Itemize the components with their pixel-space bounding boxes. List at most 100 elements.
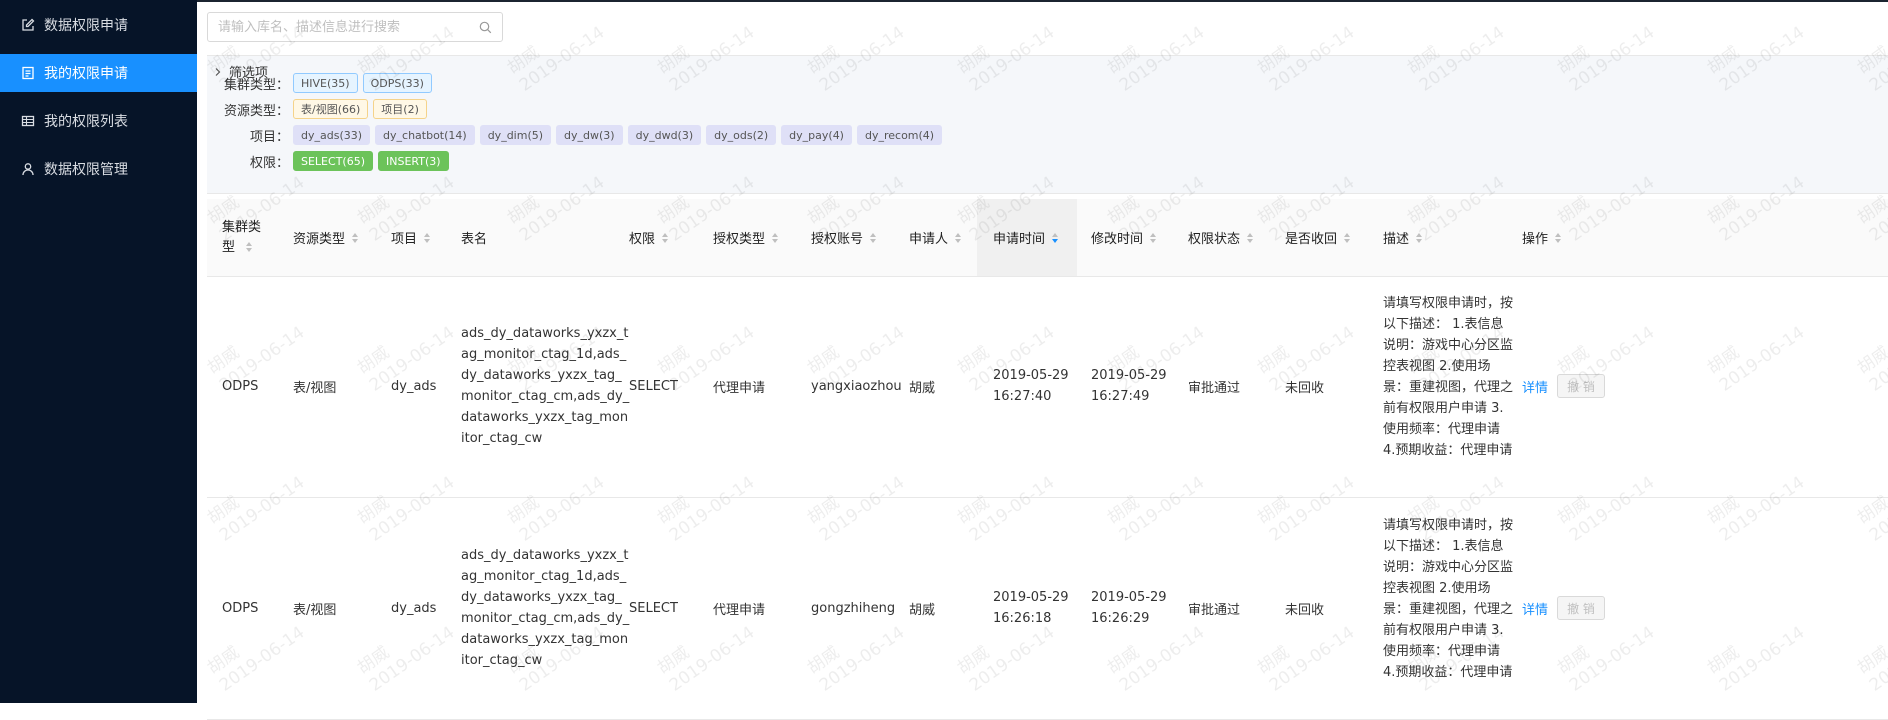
filter-row-project: 项目： dy_ads(33) dy_chatbot(14) dy_dim(5) … — [207, 125, 947, 145]
column-header-table-name: 表名 — [461, 199, 487, 276]
sort-icon — [1344, 232, 1351, 244]
column-label: 项目 — [391, 232, 418, 247]
cell-apply-time: 2019-05-29 16:26:18 — [993, 587, 1069, 629]
column-label: 权限 — [629, 232, 656, 247]
cell-apply-time: 2019-05-29 16:27:40 — [993, 365, 1069, 407]
detail-link[interactable]: 详情 — [1522, 276, 1548, 497]
column-header-apply-time[interactable]: 申请时间 — [977, 199, 1077, 276]
tag-project[interactable]: dy_dw(3) — [556, 125, 623, 145]
column-header-description[interactable]: 描述 — [1383, 199, 1423, 276]
tag-project[interactable]: dy_chatbot(14) — [375, 125, 475, 145]
cell-description: 请填写权限申请时，按以下描述： 1.表信息说明：游戏中心分区监控表视图 2.使用… — [1383, 296, 1514, 458]
filter-label-resource: 资源类型： — [223, 103, 289, 119]
sort-icon — [870, 232, 877, 244]
column-header-revoked[interactable]: 是否收回 — [1285, 199, 1351, 276]
column-header-modify-time[interactable]: 修改时间 — [1091, 199, 1157, 276]
sidebar-item-label: 我的权限申请 — [44, 66, 128, 82]
column-header-cluster[interactable]: 集群类型 — [222, 199, 282, 276]
cell-applicant: 胡威 — [909, 603, 936, 618]
column-header-status[interactable]: 权限状态 — [1188, 199, 1254, 276]
document-icon — [22, 66, 34, 80]
sort-icon — [1416, 232, 1423, 244]
cell-revoked: 未回收 — [1285, 603, 1325, 618]
filter-label-project: 项目： — [249, 129, 289, 145]
tag-project[interactable]: dy_dwd(3) — [627, 125, 702, 145]
tag-project[interactable]: dy_pay(4) — [781, 125, 852, 145]
sort-icon — [1052, 232, 1059, 244]
filter-row-permission: 权限： SELECT(65) INSERT(3) — [207, 151, 454, 171]
cell-auth-type: 代理申请 — [713, 603, 766, 618]
user-icon — [22, 163, 34, 176]
search-input[interactable] — [208, 13, 478, 41]
cell-table-name: ads_dy_dataworks_yxzx_tag_monitor_ctag_1… — [461, 326, 630, 446]
sidebar-item-my-permissions[interactable]: 我的权限列表 — [0, 102, 197, 140]
detail-link[interactable]: 详情 — [1522, 498, 1548, 719]
cell-status: 审批通过 — [1188, 603, 1241, 618]
cell-account: gongzhiheng — [811, 601, 896, 616]
apply-date: 2019-05-29 — [993, 590, 1069, 605]
column-header-auth-type[interactable]: 授权类型 — [713, 199, 779, 276]
column-header-action[interactable]: 操作 — [1522, 199, 1562, 276]
table-row: ODPS 表/视图 dy_ads ads_dy_dataworks_yxzx_t… — [207, 498, 1888, 720]
modify-date: 2019-05-29 — [1091, 590, 1167, 605]
sort-icon — [772, 232, 779, 244]
top-divider — [197, 0, 1888, 2]
cell-table-name: ads_dy_dataworks_yxzx_tag_monitor_ctag_1… — [461, 548, 630, 668]
apply-clock: 16:27:40 — [993, 389, 1052, 404]
cell-applicant: 胡威 — [909, 381, 936, 396]
column-header-account[interactable]: 授权账号 — [811, 199, 877, 276]
sidebar: 数据权限申请 我的权限申请 我的权限列表 数据权限管理 — [0, 0, 197, 703]
column-header-applicant[interactable]: 申请人 — [909, 199, 962, 276]
apply-clock: 16:26:18 — [993, 611, 1052, 626]
cell-modify-time: 2019-05-29 16:26:29 — [1091, 587, 1167, 629]
tag-project[interactable]: dy_dim(5) — [479, 125, 552, 145]
sort-icon — [1247, 232, 1254, 244]
tag-project[interactable]: dy_ads(33) — [293, 125, 371, 145]
modify-date: 2019-05-29 — [1091, 368, 1167, 383]
search-box — [207, 12, 503, 42]
cell-project: dy_ads — [391, 379, 437, 394]
tag-resource-table-view[interactable]: 表/视图(66) — [293, 99, 369, 119]
tag-perm-select[interactable]: SELECT(65) — [293, 151, 373, 171]
filter-label-permission: 权限： — [249, 155, 289, 171]
tag-project[interactable]: dy_recom(4) — [856, 125, 943, 145]
detail-link-text[interactable]: 详情 — [1522, 599, 1548, 618]
edit-icon — [22, 18, 35, 31]
sort-icon — [352, 232, 359, 244]
cell-revoked: 未回收 — [1285, 381, 1325, 396]
cell-permission: SELECT — [629, 601, 678, 616]
column-label: 操作 — [1522, 232, 1549, 247]
cell-cluster: ODPS — [222, 601, 259, 616]
revoke-button[interactable]: 撤 销 — [1557, 374, 1605, 398]
cell-permission: SELECT — [629, 379, 678, 394]
tag-perm-insert[interactable]: INSERT(3) — [378, 151, 449, 171]
filter-panel: 筛选项 集群类型： HIVE(35) ODPS(33) 资源类型： 表/视图(6… — [207, 55, 1888, 194]
sidebar-item-data-permission-apply[interactable]: 数据权限申请 — [0, 6, 197, 44]
detail-link-text[interactable]: 详情 — [1522, 377, 1548, 396]
sidebar-item-label: 数据权限管理 — [44, 162, 128, 178]
sort-icon — [246, 241, 253, 253]
sidebar-item-label: 我的权限列表 — [44, 114, 128, 130]
cell-status: 审批通过 — [1188, 381, 1241, 396]
search-icon[interactable] — [479, 21, 492, 34]
column-label: 权限状态 — [1188, 232, 1241, 247]
tag-cluster-odps[interactable]: ODPS(33) — [362, 73, 432, 93]
column-header-permission[interactable]: 权限 — [629, 199, 669, 276]
cell-auth-type: 代理申请 — [713, 381, 766, 396]
column-label: 描述 — [1383, 232, 1410, 247]
sidebar-item-permission-management[interactable]: 数据权限管理 — [0, 150, 197, 188]
sidebar-item-my-applications[interactable]: 我的权限申请 — [0, 54, 197, 92]
modify-clock: 16:27:49 — [1091, 389, 1150, 404]
table-row: ODPS 表/视图 dy_ads ads_dy_dataworks_yxzx_t… — [207, 276, 1888, 498]
column-header-resource[interactable]: 资源类型 — [293, 199, 359, 276]
tag-project[interactable]: dy_ods(2) — [706, 125, 777, 145]
table-icon — [21, 115, 35, 127]
revoke-button[interactable]: 撤 销 — [1557, 596, 1605, 620]
column-label: 授权类型 — [713, 232, 766, 247]
cell-description: 请填写权限申请时，按以下描述： 1.表信息说明：游戏中心分区监控表视图 2.使用… — [1383, 518, 1514, 680]
column-header-project[interactable]: 项目 — [391, 199, 431, 276]
apply-date: 2019-05-29 — [993, 368, 1069, 383]
tag-cluster-hive[interactable]: HIVE(35) — [293, 73, 358, 93]
tag-resource-project[interactable]: 项目(2) — [373, 99, 427, 119]
column-label: 修改时间 — [1091, 232, 1144, 247]
